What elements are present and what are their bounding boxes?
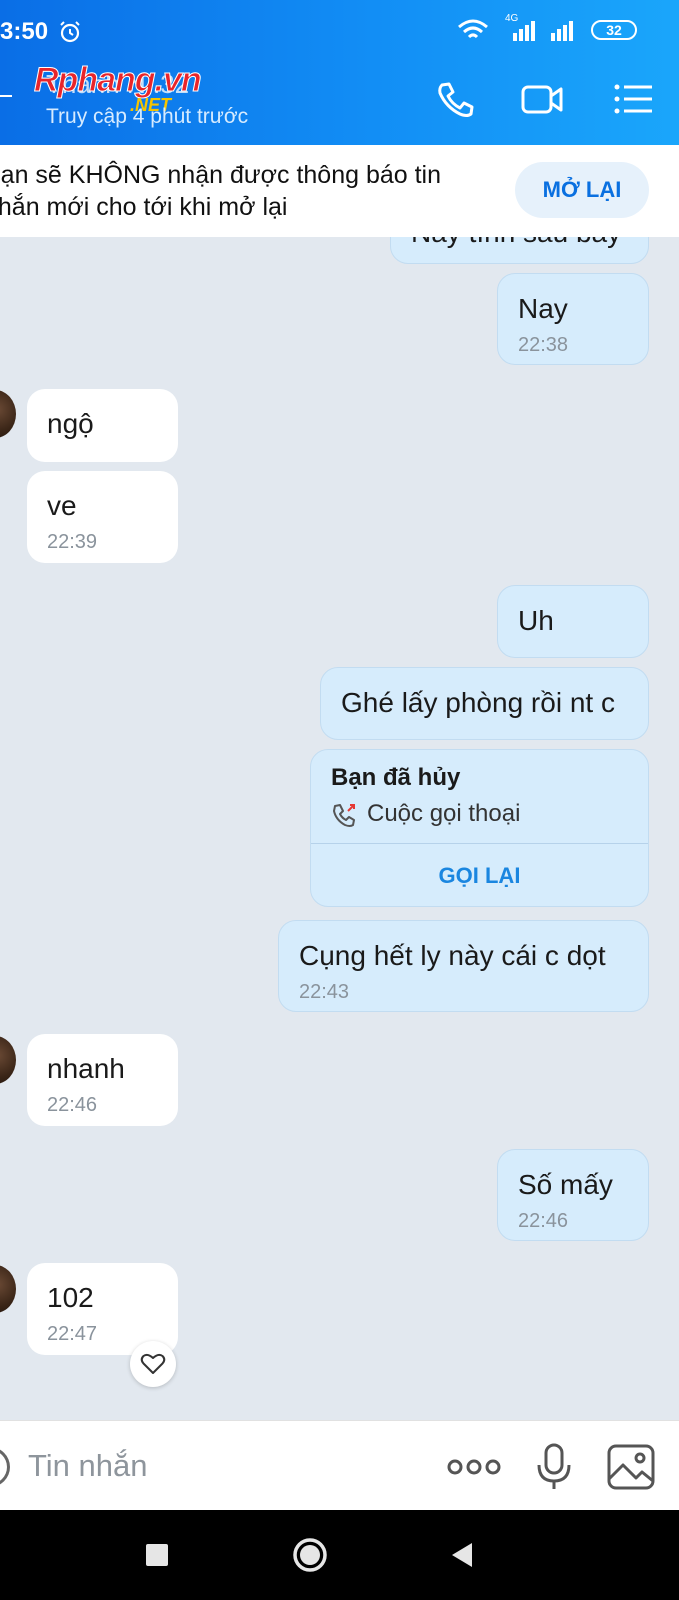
top-bar: 3:50 4G 32 Thành N..32 Rphang.vn .NET Tr… <box>0 0 679 145</box>
video-call-icon[interactable] <box>520 79 564 119</box>
back-arrow-icon[interactable] <box>0 95 12 97</box>
message-input[interactable] <box>28 1441 408 1491</box>
message-text: Cụng hết ly này cái c dọt <box>299 940 606 971</box>
microphone-icon[interactable] <box>534 1443 574 1491</box>
menu-icon[interactable] <box>612 79 656 119</box>
cancelled-call-icon <box>333 804 355 827</box>
message-text: ve <box>47 490 77 521</box>
message-bubble-in[interactable]: ngộ <box>27 389 178 462</box>
message-input-bar <box>0 1420 679 1510</box>
message-text: Số mấy <box>518 1169 613 1200</box>
message-time: 22:46 <box>518 1210 569 1232</box>
cell-signal-4g: 4G <box>501 13 537 41</box>
missed-call-card: Bạn đã hủy Cuộc gọi thoại GỌI LẠI <box>310 749 649 907</box>
reopen-notifications-button[interactable]: MỞ LẠI <box>515 162 649 218</box>
message-text: Uh <box>518 605 554 636</box>
wifi-icon <box>458 19 488 39</box>
watermark-logo: Rphang.vn <box>34 61 203 100</box>
contact-avatar[interactable] <box>0 390 16 438</box>
message-bubble-out[interactable]: Nay 22:38 <box>497 273 649 365</box>
recents-icon[interactable] <box>135 1533 179 1577</box>
image-icon[interactable] <box>606 1443 656 1491</box>
battery-indicator: 32 <box>591 20 637 40</box>
message-text: ngộ <box>47 408 94 439</box>
more-icon[interactable] <box>446 1443 502 1491</box>
chat-header: Thành N..32 Rphang.vn .NET Truy cập 4 ph… <box>0 55 679 145</box>
call-card-subtitle: Cuộc gọi thoại <box>367 800 521 827</box>
message-text: Nay <box>518 293 568 324</box>
system-nav-bar <box>0 1510 679 1600</box>
phone-icon[interactable] <box>434 79 478 119</box>
signal-bars-icon-2 <box>551 21 573 41</box>
react-heart-button[interactable] <box>130 1341 176 1387</box>
message-text: Nay tính sáu bảy <box>411 237 628 250</box>
home-icon[interactable] <box>288 1533 332 1577</box>
banner-text: Bạn sẽ KHÔNG nhận được thông báo tin nhắ… <box>0 161 442 221</box>
message-time: 22:38 <box>518 334 569 356</box>
message-bubble-out[interactable]: Cụng hết ly này cái c dọt 22:43 <box>278 920 649 1012</box>
contact-avatar[interactable] <box>0 1265 16 1313</box>
message-text: nhanh <box>47 1053 125 1084</box>
message-text: 102 <box>47 1282 94 1313</box>
message-text: Ghé lấy phòng rồi nt c <box>341 687 615 718</box>
status-bar: 3:50 4G 32 <box>0 0 679 55</box>
back-icon[interactable] <box>440 1533 484 1577</box>
signal-bars-icon <box>513 21 535 41</box>
call-back-button[interactable]: GỌI LẠI <box>311 844 648 906</box>
alarm-icon <box>60 21 80 43</box>
message-time: 22:43 <box>299 981 350 1003</box>
message-time: 22:47 <box>47 1323 98 1345</box>
emoji-icon[interactable] <box>0 1447 10 1487</box>
status-icons: 4G 32 <box>457 13 637 42</box>
call-card-title: Bạn đã hủy <box>331 764 461 791</box>
last-seen-status: Truy cập 4 phút trước <box>46 105 249 128</box>
message-bubble-out[interactable]: Uh <box>497 585 649 658</box>
message-time: 22:39 <box>47 531 98 553</box>
contact-avatar[interactable] <box>0 1036 16 1084</box>
muted-notification-banner: Bạn sẽ KHÔNG nhận được thông báo tin nhắ… <box>0 145 679 237</box>
message-time: 22:46 <box>47 1094 98 1116</box>
heart-icon <box>140 1353 166 1374</box>
status-time: 3:50 <box>0 18 49 45</box>
message-bubble-out[interactable]: Ghé lấy phòng rồi nt c <box>320 667 649 740</box>
message-bubble-out[interactable]: Nay tính sáu bảy <box>390 237 649 264</box>
message-bubble-out[interactable]: Số mấy 22:46 <box>497 1149 649 1241</box>
message-bubble-in[interactable]: ve 22:39 <box>27 471 178 563</box>
message-bubble-in[interactable]: nhanh 22:46 <box>27 1034 178 1126</box>
message-list[interactable]: Nay tính sáu bảy Nay 22:38 ngộ ve 22:39 … <box>0 237 679 1420</box>
